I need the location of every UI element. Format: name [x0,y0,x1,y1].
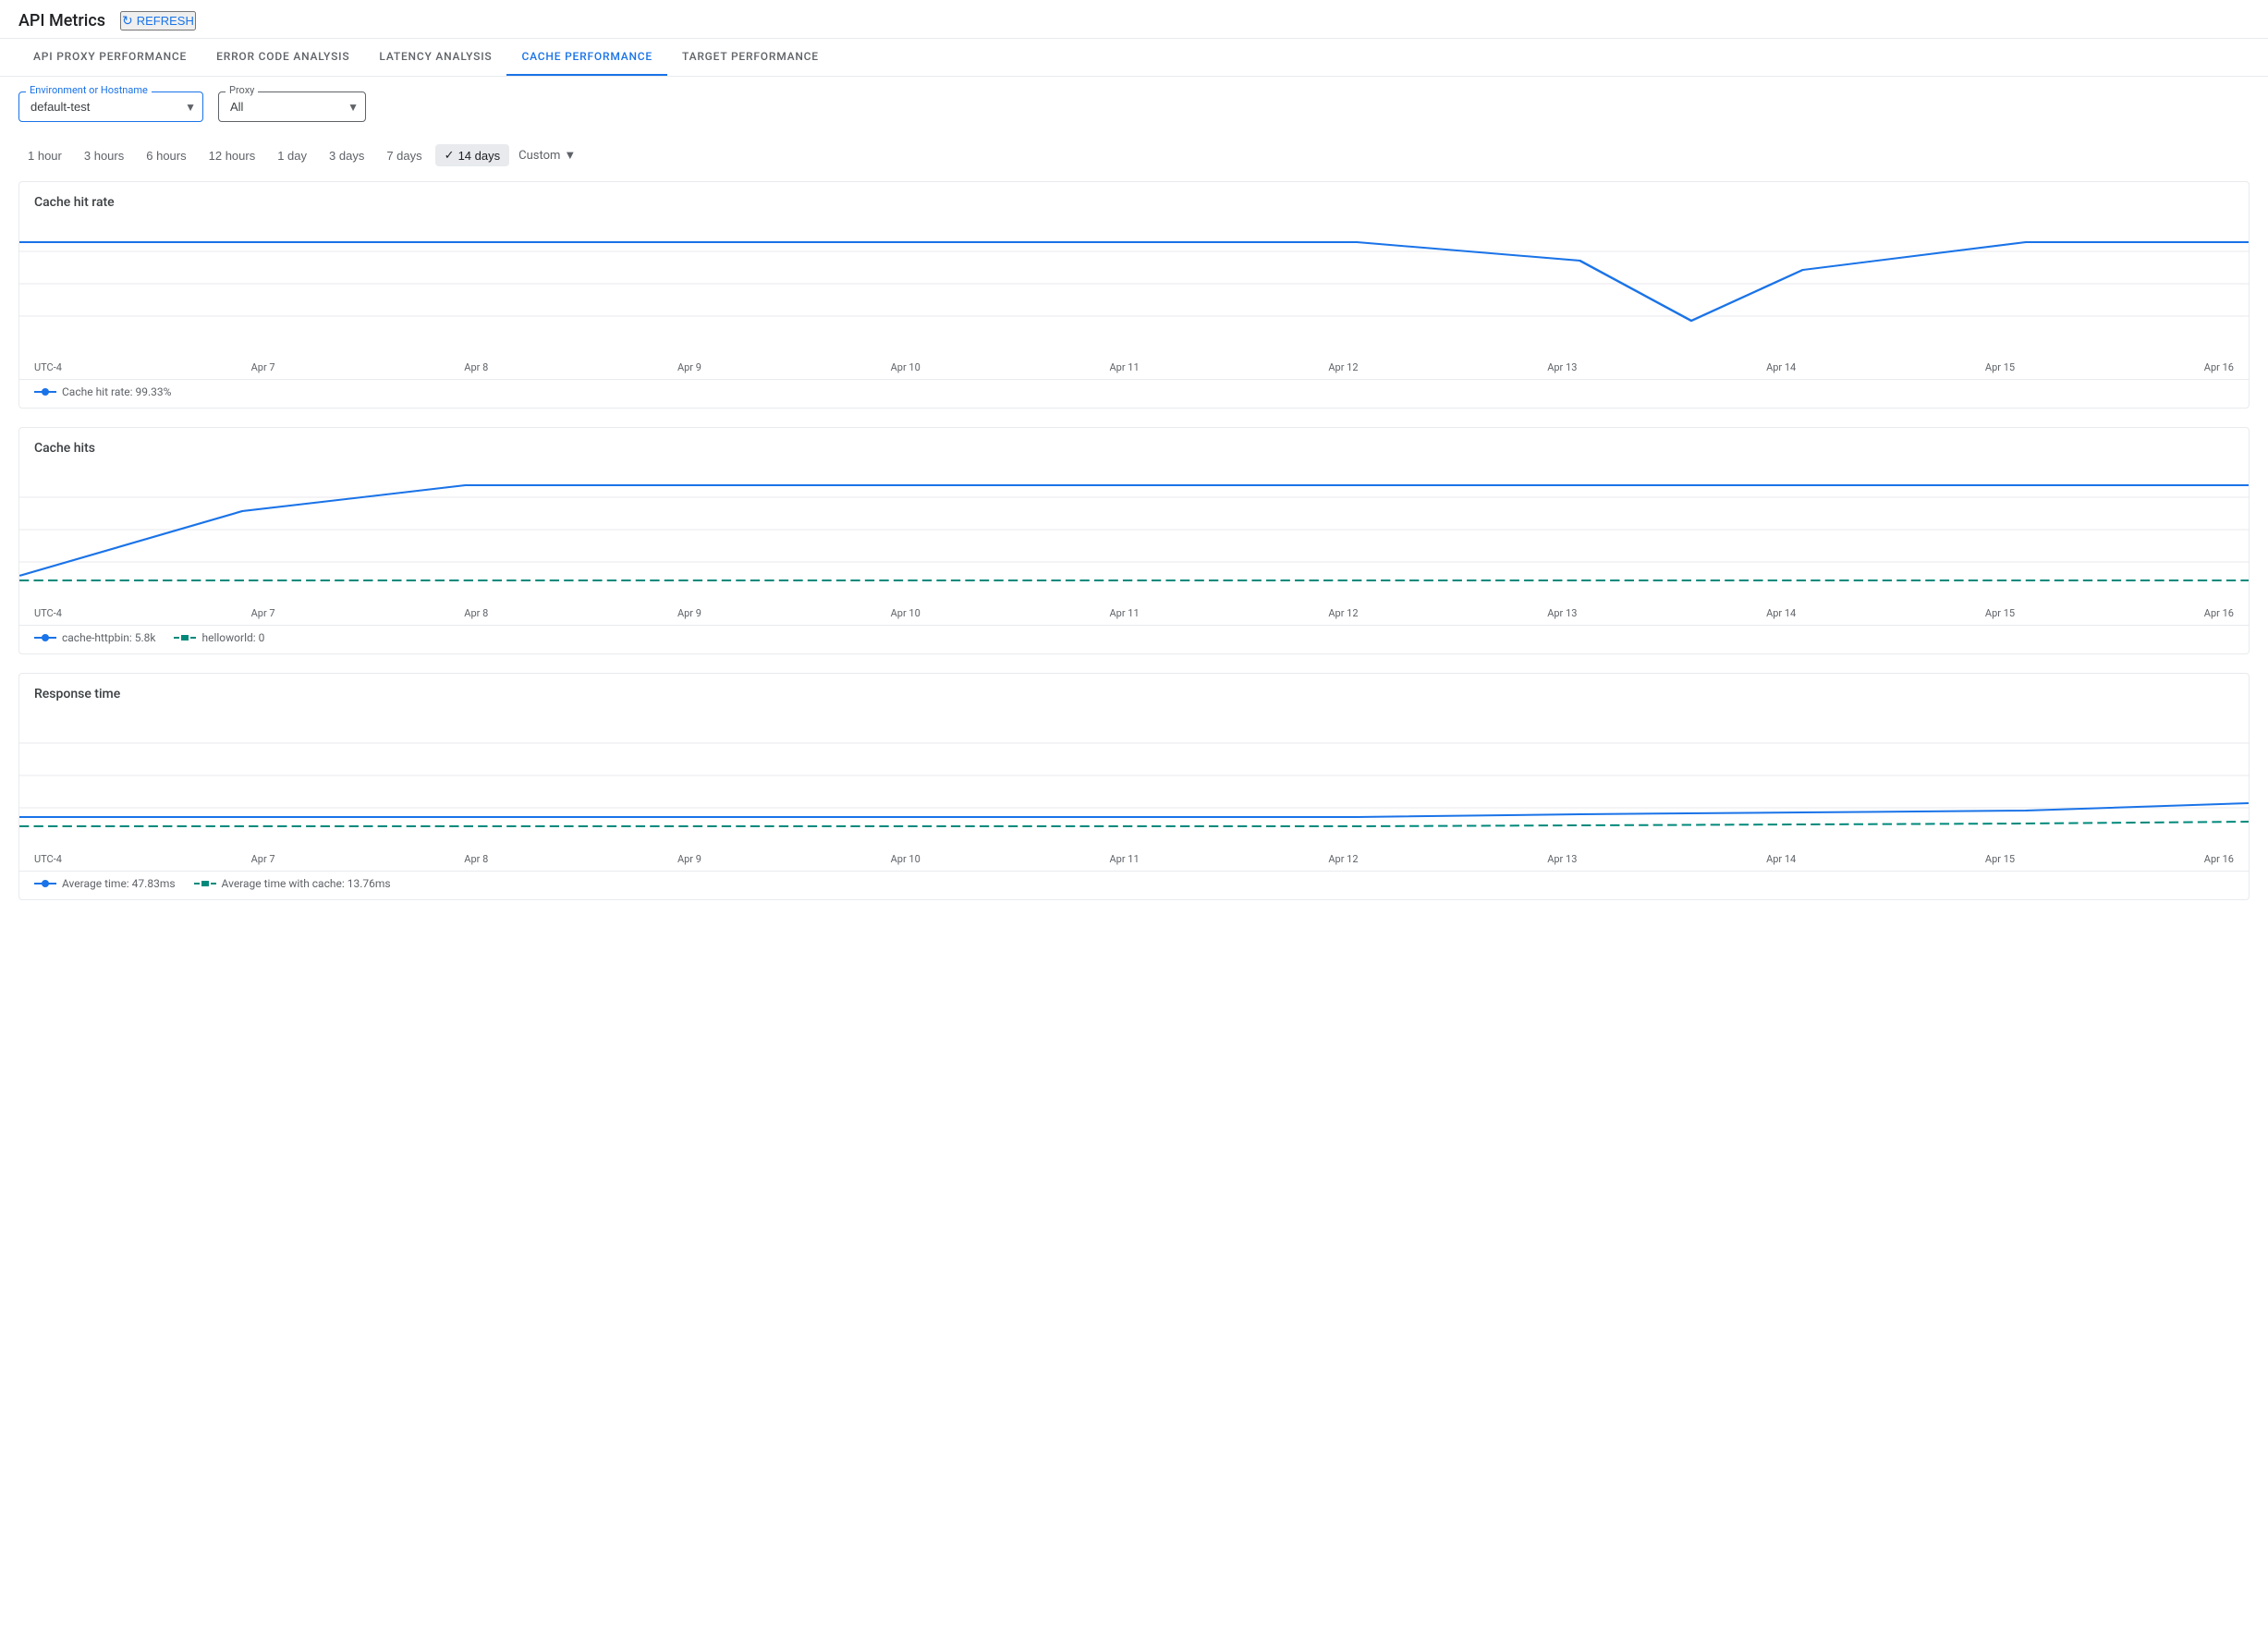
cache-hits-chart: Cache hits UTC-4 Apr 7 Apr 8 Apr 9 Apr 1… [18,427,2250,654]
legend-cache-hit-rate: Cache hit rate: 99.33% [34,385,171,398]
cache-hits-legend: cache-httpbin: 5.8k helloworld: 0 [19,625,2249,653]
time-btn-12h[interactable]: 12 hours [200,145,265,166]
cache-hit-rate-chart: Cache hit rate UTC-4 Apr 7 Apr 8 Apr 9 A… [18,181,2250,409]
tab-bar: API PROXY PERFORMANCE ERROR CODE ANALYSI… [0,39,2268,77]
time-btn-14d[interactable]: ✓ 14 days [435,144,509,166]
cache-hits-x-axis: UTC-4 Apr 7 Apr 8 Apr 9 Apr 10 Apr 11 Ap… [19,604,2249,625]
cache-hit-rate-legend: Cache hit rate: 99.33% [19,379,2249,408]
response-time-svg [19,711,2249,840]
cache-hit-rate-title: Cache hit rate [19,182,2249,210]
proxy-filter-group: Proxy All ▼ [218,92,366,122]
legend-avg-time-icon [34,879,56,888]
cache-hit-rate-area [19,210,2249,358]
response-time-title: Response time [19,674,2249,702]
legend-cache-httpbin-icon [34,633,56,642]
cache-hits-title: Cache hits [19,428,2249,456]
tab-cache-performance[interactable]: CACHE PERFORMANCE [506,39,667,76]
time-btn-7d[interactable]: 7 days [377,145,431,166]
refresh-button[interactable]: ↻ REFRESH [120,11,196,30]
time-filter-bar: 1 hour 3 hours 6 hours 12 hours 1 day 3 … [0,137,2268,181]
response-time-area [19,702,2249,849]
environment-filter-group: Environment or Hostname default-test ▼ [18,92,203,122]
time-btn-custom[interactable]: Custom ▼ [513,144,581,166]
time-btn-6h[interactable]: 6 hours [137,145,195,166]
legend-cache-hit-rate-label: Cache hit rate: 99.33% [62,385,171,398]
response-time-chart: Response time UTC-4 Apr 7 Apr 8 Apr 9 Ap… [18,673,2250,900]
legend-cache-httpbin: cache-httpbin: 5.8k [34,631,155,644]
legend-avg-time-cache-label: Average time with cache: 13.76ms [222,877,391,890]
filter-bar: Environment or Hostname default-test ▼ P… [0,77,2268,137]
time-btn-3h[interactable]: 3 hours [75,145,133,166]
page-header: API Metrics ↻ REFRESH [0,0,2268,39]
checkmark-icon: ✓ [445,148,455,163]
legend-cache-hit-rate-icon [34,387,56,396]
environment-label: Environment or Hostname [26,84,152,96]
response-time-x-axis: UTC-4 Apr 7 Apr 8 Apr 9 Apr 10 Apr 11 Ap… [19,849,2249,871]
refresh-icon: ↻ [122,13,133,29]
response-time-legend: Average time: 47.83ms Average time with … [19,871,2249,899]
time-btn-1d[interactable]: 1 day [268,145,316,166]
page-title: API Metrics [18,11,105,30]
legend-avg-time: Average time: 47.83ms [34,877,176,890]
legend-avg-time-label: Average time: 47.83ms [62,877,176,890]
proxy-label: Proxy [226,84,258,96]
legend-helloworld-label: helloworld: 0 [201,631,264,644]
custom-dropdown-icon: ▼ [564,148,576,163]
custom-label: Custom [518,149,560,163]
cache-hits-svg [19,465,2249,594]
time-btn-14d-label: 14 days [458,149,501,163]
legend-helloworld-icon [174,633,196,642]
charts-section: Cache hit rate UTC-4 Apr 7 Apr 8 Apr 9 A… [0,181,2268,937]
tab-target[interactable]: TARGET PERFORMANCE [667,39,834,76]
cache-hit-rate-x-axis: UTC-4 Apr 7 Apr 8 Apr 9 Apr 10 Apr 11 Ap… [19,358,2249,379]
refresh-label: REFRESH [137,14,194,28]
time-btn-1h[interactable]: 1 hour [18,145,71,166]
cache-hits-area [19,456,2249,604]
legend-helloworld: helloworld: 0 [174,631,264,644]
legend-avg-time-cache: Average time with cache: 13.76ms [194,877,391,890]
tab-error-code[interactable]: ERROR CODE ANALYSIS [201,39,364,76]
time-btn-3d[interactable]: 3 days [320,145,373,166]
cache-hit-rate-svg [19,219,2249,348]
legend-avg-time-cache-icon [194,879,216,888]
tab-api-proxy[interactable]: API PROXY PERFORMANCE [18,39,201,76]
tab-latency[interactable]: LATENCY ANALYSIS [364,39,506,76]
legend-cache-httpbin-label: cache-httpbin: 5.8k [62,631,155,644]
